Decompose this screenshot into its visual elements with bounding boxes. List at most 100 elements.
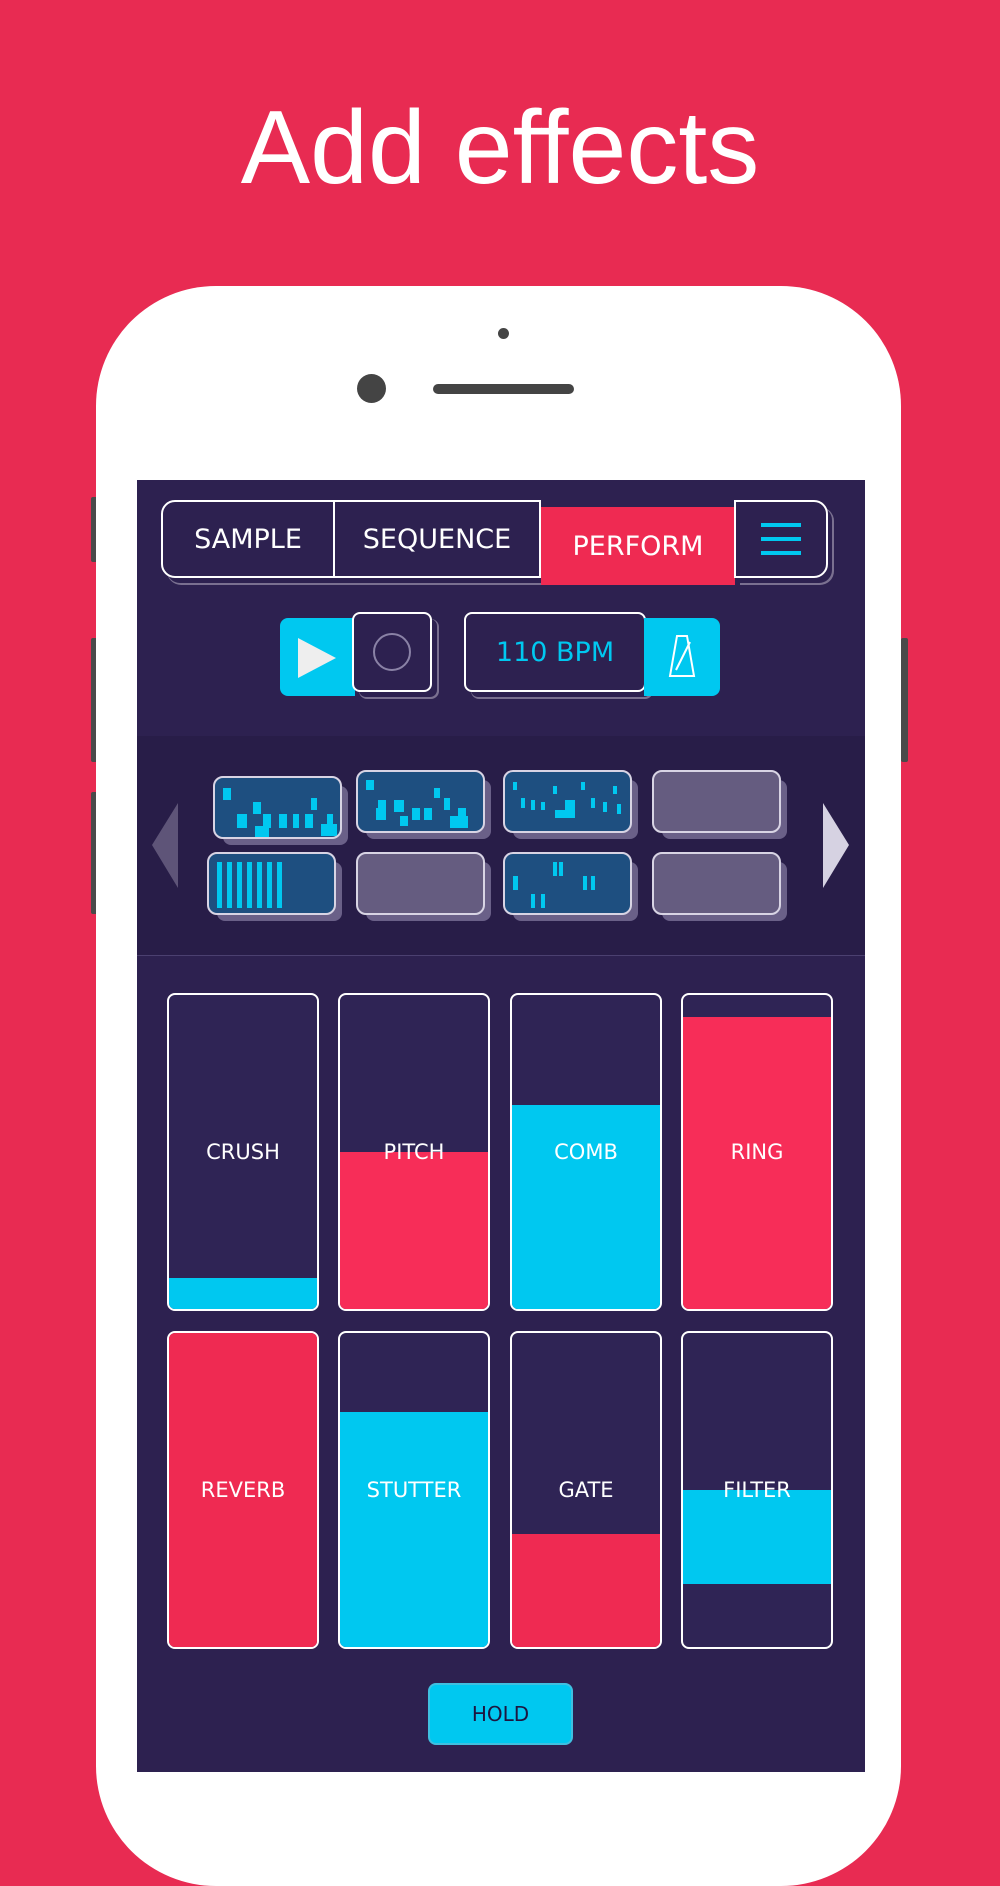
pattern-step	[217, 862, 222, 908]
pattern-slot[interactable]	[207, 852, 336, 915]
play-button[interactable]	[280, 618, 355, 696]
effect-level-fill	[169, 1277, 317, 1309]
effect-pad-label: CRUSH	[206, 1140, 280, 1164]
pattern-step	[603, 802, 607, 812]
effect-pad-label: RING	[730, 1140, 784, 1164]
effect-pad-label: FILTER	[723, 1478, 791, 1502]
effect-pad-reverb[interactable]: REVERB	[167, 1331, 319, 1649]
pattern-step	[279, 814, 287, 828]
effect-level-fill	[683, 1490, 831, 1585]
pattern-step	[253, 802, 261, 814]
pattern-step	[434, 788, 440, 798]
pattern-step	[531, 894, 535, 908]
pattern-step	[376, 808, 386, 820]
tab-perform[interactable]: PERFORM	[541, 507, 735, 585]
effect-pad-label: PITCH	[383, 1140, 445, 1164]
pattern-step	[257, 862, 262, 908]
pattern-slot[interactable]	[652, 852, 781, 915]
pattern-slot[interactable]	[356, 852, 485, 915]
pattern-slot[interactable]	[652, 770, 781, 833]
pattern-step	[458, 808, 466, 820]
pattern-step	[311, 798, 317, 810]
pattern-step	[293, 814, 299, 828]
pattern-step	[267, 862, 272, 908]
bpm-display[interactable]: 110 BPM	[464, 612, 646, 692]
pattern-step	[327, 814, 333, 826]
pattern-step	[613, 786, 617, 794]
effect-level-fill	[340, 1152, 488, 1309]
menu-button[interactable]	[734, 500, 828, 578]
effect-pad-ring[interactable]: RING	[681, 993, 833, 1311]
record-button[interactable]	[352, 612, 432, 692]
pattern-step	[394, 800, 404, 812]
pattern-step	[591, 798, 595, 808]
pattern-step	[513, 876, 518, 890]
pattern-step	[400, 816, 408, 826]
pattern-step	[424, 808, 432, 820]
play-icon	[298, 638, 336, 678]
effect-pad-comb[interactable]: COMB	[510, 993, 662, 1311]
pattern-step	[521, 798, 525, 808]
effect-level-fill	[340, 1411, 488, 1647]
effect-pad-pitch[interactable]: PITCH	[338, 993, 490, 1311]
effect-pad-stutter[interactable]: STUTTER	[338, 1331, 490, 1649]
effect-level-fill	[512, 1533, 660, 1647]
headline: Add effects	[240, 90, 760, 206]
effect-level-fill	[512, 1104, 660, 1309]
next-page-arrow-icon[interactable]	[823, 803, 849, 888]
tab-label: SEQUENCE	[362, 523, 512, 555]
pattern-step	[305, 814, 313, 828]
effect-pad-label: COMB	[554, 1140, 618, 1164]
bpm-value: 110 BPM	[495, 636, 615, 668]
pattern-step	[227, 862, 232, 908]
pattern-slot[interactable]	[503, 770, 632, 833]
metronome-icon	[668, 635, 696, 677]
previous-page-arrow-icon[interactable]	[152, 803, 178, 888]
metronome-button[interactable]	[644, 618, 720, 696]
effect-pad-filter[interactable]: FILTER	[681, 1331, 833, 1649]
tab-label: SAMPLE	[194, 523, 302, 555]
pattern-step	[559, 862, 563, 876]
effect-pad-label: REVERB	[200, 1478, 286, 1502]
hold-button[interactable]: HOLD	[428, 1683, 573, 1745]
pattern-step	[531, 800, 535, 810]
pattern-step	[237, 814, 247, 828]
pattern-step	[565, 800, 575, 812]
pattern-step	[553, 862, 557, 876]
pattern-step	[581, 782, 585, 790]
pattern-step	[444, 798, 450, 810]
pattern-step	[277, 862, 282, 908]
pattern-step	[237, 862, 242, 908]
pattern-bank	[137, 736, 865, 955]
pattern-step	[513, 782, 517, 790]
speaker-grille	[433, 384, 574, 394]
tab-label: PERFORM	[572, 530, 704, 562]
pattern-slot[interactable]	[356, 770, 485, 833]
app-screen: SAMPLE SEQUENCE PERFORM 110 BPM CRUSH PIT…	[137, 480, 865, 1772]
pattern-step	[617, 804, 621, 814]
pattern-step	[583, 876, 587, 890]
pattern-slot[interactable]	[503, 852, 632, 915]
hamburger-menu-icon	[761, 523, 801, 555]
hold-label: HOLD	[471, 1702, 530, 1726]
camera-icon	[357, 374, 386, 403]
pattern-step	[553, 786, 557, 794]
divider	[137, 955, 865, 956]
pattern-step	[541, 894, 545, 908]
tab-sample[interactable]: SAMPLE	[161, 500, 335, 578]
effect-pad-crush[interactable]: CRUSH	[167, 993, 319, 1311]
tab-sequence[interactable]: SEQUENCE	[333, 500, 541, 578]
pattern-step	[247, 862, 252, 908]
pattern-step	[255, 826, 269, 837]
pattern-slot[interactable]	[213, 776, 342, 839]
sensor-icon	[498, 328, 509, 339]
power-button	[901, 638, 908, 762]
pattern-step	[412, 808, 420, 820]
effect-pad-label: GATE	[558, 1478, 614, 1502]
record-icon	[373, 633, 411, 671]
effect-pad-label: STUTTER	[366, 1478, 462, 1502]
pattern-step	[366, 780, 374, 790]
pattern-step	[541, 802, 545, 810]
effect-pad-gate[interactable]: GATE	[510, 1331, 662, 1649]
pattern-step	[223, 788, 231, 800]
